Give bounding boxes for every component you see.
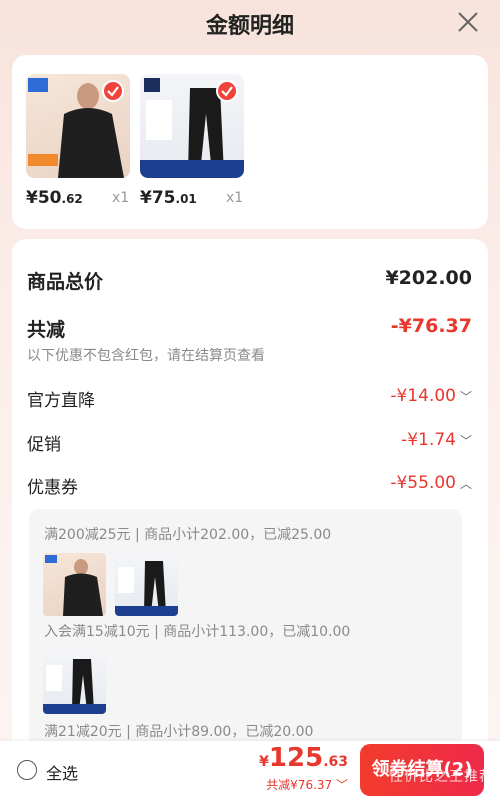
total-value: ¥202.00 (385, 267, 472, 289)
coupon-value: -¥55.00 (390, 473, 456, 493)
coupon-product-image (115, 553, 178, 616)
total-price: ¥125.63 (259, 743, 348, 773)
select-all-label[interactable]: 全选 (46, 760, 78, 784)
coupon-product-image (43, 651, 106, 714)
official-discount-label: 官方直降 (27, 391, 95, 411)
product-image (26, 74, 130, 178)
select-all-radio[interactable] (17, 760, 37, 780)
close-button[interactable] (454, 8, 482, 36)
checked-icon (102, 80, 124, 102)
watermark-text: 性价比之王推荐 (389, 769, 494, 785)
discount-note: 以下优惠不包含红包，请在结算页查看 (27, 348, 265, 364)
close-icon (458, 12, 478, 32)
coupon-detail-box: 满200减25元 | 商品小计202.00，已减25.00 入会满15减10元 … (29, 509, 462, 759)
detail-card: 商品总价 ¥202.00 共减 -¥76.37 以下优惠不包含红包，请在结算页查… (12, 239, 488, 759)
chevron-up-icon: ︿ (459, 477, 472, 491)
promotion-value: -¥1.74 (401, 430, 456, 450)
coupon-label: 优惠券 (27, 478, 78, 498)
product-price: ¥75.01 (140, 188, 197, 208)
page-title: 金额明细 (205, 14, 294, 39)
product-price: ¥50.62 (26, 188, 83, 208)
total-label: 商品总价 (27, 271, 104, 293)
promotion-label: 促销 (27, 435, 61, 455)
saved-amount[interactable]: 共减¥76.37 ﹀ (266, 776, 348, 793)
chevron-down-icon: ﹀ (459, 390, 472, 404)
coupon-product-image (43, 553, 106, 616)
discount-value: -¥76.37 (390, 315, 472, 337)
product-qty: x1 (112, 190, 130, 206)
official-discount-value: -¥14.00 (390, 386, 456, 406)
checked-icon (216, 80, 238, 102)
chevron-down-icon: ﹀ (332, 778, 348, 792)
coupon-line: 满200减25元 | 商品小计202.00，已减25.00 (44, 527, 332, 543)
chevron-down-icon: ﹀ (459, 434, 472, 448)
product-item[interactable]: ¥75.01 x1 (140, 74, 245, 210)
discount-label: 共减 (27, 319, 66, 341)
product-qty: x1 (226, 190, 244, 206)
product-image (140, 74, 244, 178)
coupon-line: 入会满15减10元 | 商品小计113.00，已减10.00 (44, 624, 351, 640)
coupon-line: 满21减20元 | 商品小计89.00，已减20.00 (44, 724, 314, 740)
header: 金额明细 (0, 0, 500, 48)
products-card: ¥50.62 x1 ¥75.01 x1 (12, 55, 488, 229)
product-item[interactable]: ¥50.62 x1 (26, 74, 131, 210)
